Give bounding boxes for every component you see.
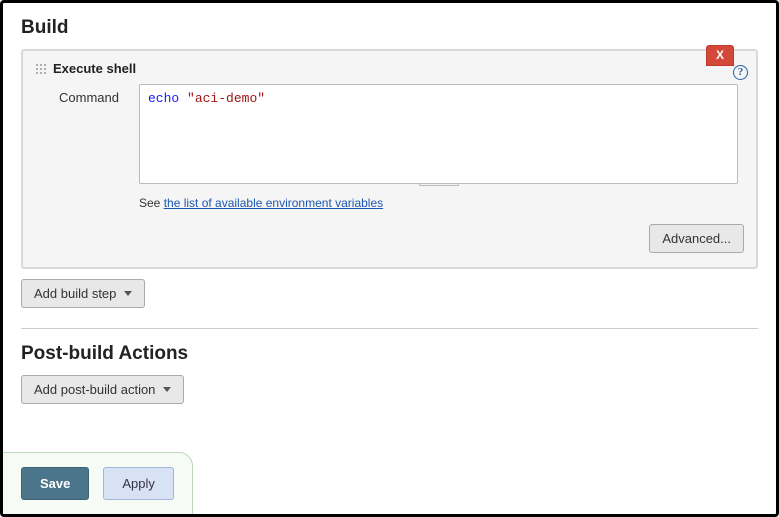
- add-build-step-button[interactable]: Add build step: [21, 279, 145, 308]
- help-prefix: See: [139, 196, 164, 210]
- jenkins-config-page: Build X ? Execute shell Command echo "ac…: [0, 0, 779, 517]
- save-button[interactable]: Save: [21, 467, 89, 500]
- post-build-section-title: Post-build Actions: [21, 343, 758, 365]
- code-string: "aci-demo": [187, 91, 265, 106]
- help-icon[interactable]: ?: [733, 65, 748, 80]
- drag-handle-icon[interactable]: [35, 63, 47, 75]
- advanced-button[interactable]: Advanced...: [649, 224, 744, 253]
- footer-panel: Save Apply: [1, 452, 193, 514]
- env-vars-help: See the list of available environment va…: [139, 196, 738, 210]
- advanced-row: Advanced...: [35, 224, 744, 253]
- build-section-title: Build: [21, 17, 758, 39]
- env-vars-link[interactable]: the list of available environment variab…: [164, 196, 383, 210]
- code-keyword: echo: [148, 91, 179, 106]
- add-build-step-row: Add build step: [21, 279, 758, 308]
- section-divider: [21, 328, 758, 329]
- add-post-build-row: Add post-build action: [21, 375, 758, 404]
- step-header: Execute shell: [35, 61, 744, 76]
- apply-button[interactable]: Apply: [103, 467, 174, 500]
- step-title: Execute shell: [53, 61, 136, 76]
- chevron-down-icon: [124, 291, 132, 296]
- add-post-build-action-label: Add post-build action: [34, 382, 155, 397]
- delete-step-button[interactable]: X: [706, 45, 734, 66]
- command-label: Command: [59, 84, 129, 105]
- chevron-down-icon: [163, 387, 171, 392]
- add-build-step-label: Add build step: [34, 286, 116, 301]
- execute-shell-step: X ? Execute shell Command echo "aci-demo…: [21, 49, 758, 269]
- command-row: Command echo "aci-demo" See the list of …: [35, 84, 744, 210]
- command-area: echo "aci-demo" See the list of availabl…: [139, 84, 738, 210]
- add-post-build-action-button[interactable]: Add post-build action: [21, 375, 184, 404]
- command-input[interactable]: echo "aci-demo": [139, 84, 738, 184]
